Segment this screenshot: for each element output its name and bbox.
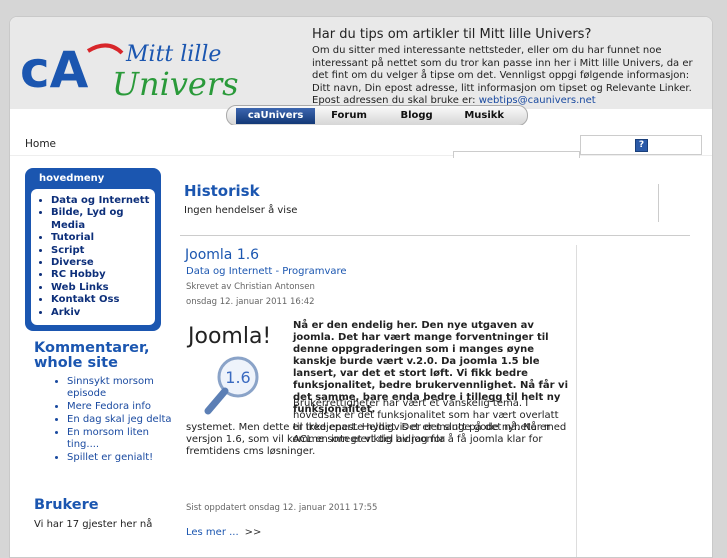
menu-item-diverse[interactable]: Diverse bbox=[51, 257, 155, 269]
logo-abbr: cA bbox=[20, 41, 89, 99]
tips-email-link[interactable]: webtips@caunivers.net bbox=[479, 95, 596, 105]
read-more-link[interactable]: Les mer ... >> bbox=[186, 527, 261, 538]
help-icon[interactable]: ? bbox=[635, 139, 648, 152]
menu-item-tutorial[interactable]: Tutorial bbox=[51, 232, 155, 244]
page-frame: cA Mitt lille Univers Har du tips om art… bbox=[9, 16, 713, 558]
help-box: ? bbox=[580, 135, 702, 155]
tips-box: Har du tips om artikler til Mitt lille U… bbox=[312, 27, 697, 105]
joomla-logo-text: Joomla! bbox=[186, 324, 271, 349]
divider-horizontal bbox=[180, 235, 690, 236]
menu-item-script[interactable]: Script bbox=[51, 245, 155, 257]
users-text: Vi har 17 gjester her nå bbox=[34, 519, 153, 530]
comments-list: Sinnsykt morsom episode Mere Fedora info… bbox=[53, 376, 177, 465]
comment-link[interactable]: Sinnsykt morsom episode bbox=[67, 376, 177, 400]
menu-item-kontakt-oss[interactable]: Kontakt Oss bbox=[51, 294, 155, 306]
comment-link[interactable]: En dag skal jeg delta bbox=[67, 414, 177, 426]
users-heading: Brukere bbox=[34, 497, 99, 513]
article-title[interactable]: Joomla 1.6 bbox=[185, 247, 259, 263]
article-updated: Sist oppdatert onsdag 12. januar 2011 17… bbox=[186, 503, 378, 513]
tips-title: Har du tips om artikler til Mitt lille U… bbox=[312, 27, 592, 42]
divider-vertical bbox=[576, 245, 577, 557]
top-navigation: caUnivers Forum Blogg Musikk bbox=[226, 105, 528, 126]
article-category[interactable]: Data og Internett - Programvare bbox=[186, 266, 347, 277]
site-logo[interactable]: cA Mitt lille Univers bbox=[18, 29, 288, 101]
menu-item-rc-hobby[interactable]: RC Hobby bbox=[51, 269, 155, 281]
logo-swoosh bbox=[86, 43, 124, 55]
logo-line1: Mitt lille bbox=[125, 42, 221, 67]
tab-musikk[interactable]: Musikk bbox=[450, 108, 518, 124]
logo-line2: Univers bbox=[112, 65, 239, 101]
main-menu-list: Data og Internett Bilde, Lyd og Media Tu… bbox=[31, 189, 155, 319]
menu-item-data-og-internett[interactable]: Data og Internett bbox=[51, 195, 155, 207]
comment-link[interactable]: En morsom liten ting.... bbox=[67, 427, 177, 451]
joomla-version-text: 1.6 bbox=[225, 368, 250, 387]
joomla-logo-image: Joomla! 1.6 bbox=[186, 324, 271, 415]
article-author: Skrevet av Christian Antonsen bbox=[186, 282, 315, 292]
divider-vertical bbox=[658, 184, 659, 222]
main-menu-list-box: Data og Internett Bilde, Lyd og Media Tu… bbox=[31, 189, 155, 325]
tab-forum[interactable]: Forum bbox=[315, 108, 383, 124]
tab-caunivers[interactable]: caUnivers bbox=[236, 107, 316, 124]
magnifier-handle bbox=[204, 387, 229, 415]
read-more-arrow: >> bbox=[244, 527, 262, 538]
article-date: onsdag 12. januar 2011 16:42 bbox=[186, 297, 315, 307]
breadcrumb-home[interactable]: Home bbox=[25, 138, 56, 150]
menu-item-arkiv[interactable]: Arkiv bbox=[51, 307, 155, 319]
tab-blogg[interactable]: Blogg bbox=[383, 108, 451, 124]
menu-item-bilde-lyd-media[interactable]: Bilde, Lyd og Media bbox=[51, 207, 155, 232]
comment-link[interactable]: Spillet er genialt! bbox=[67, 452, 177, 464]
comment-link[interactable]: Mere Fedora info bbox=[67, 401, 177, 413]
dropdown-edge bbox=[453, 151, 580, 158]
menu-item-web-links[interactable]: Web Links bbox=[51, 282, 155, 294]
article-body-full: systemet. Men dette er ikke eneste nyhet… bbox=[186, 422, 567, 457]
comments-heading: Kommentarer, whole site bbox=[34, 340, 150, 371]
history-text: Ingen hendelser å vise bbox=[184, 205, 298, 216]
tips-text: Om du sitter med interessante nettsteder… bbox=[312, 45, 693, 105]
main-menu-title: hovedmeny bbox=[39, 173, 105, 184]
history-heading: Historisk bbox=[184, 182, 260, 200]
site-header: cA Mitt lille Univers Har du tips om art… bbox=[10, 17, 712, 109]
main-menu: hovedmeny Data og Internett Bilde, Lyd o… bbox=[25, 168, 161, 331]
